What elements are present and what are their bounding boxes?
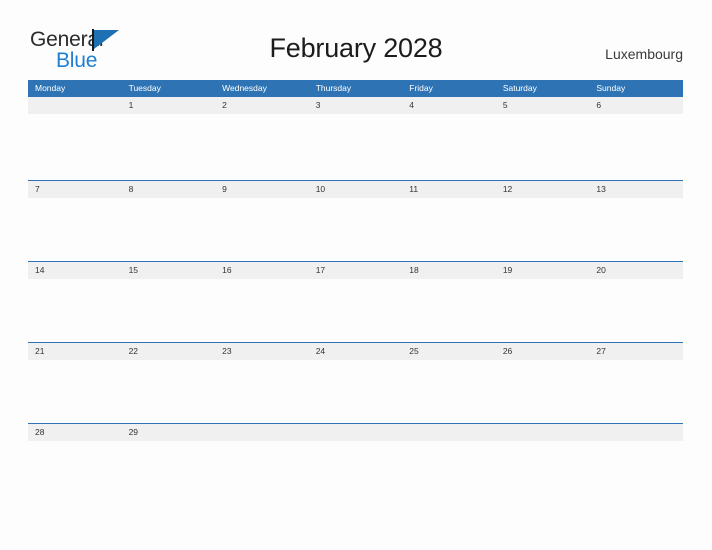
day-cell[interactable]: 20 [589, 262, 683, 279]
day-cell[interactable]: 9 [215, 181, 309, 198]
day-cell[interactable]: 14 [28, 262, 122, 279]
day-cell[interactable]: 25 [402, 343, 496, 360]
day-cell[interactable]: 16 [215, 262, 309, 279]
day-cell[interactable]: 15 [122, 262, 216, 279]
week-body[interactable] [28, 114, 683, 179]
day-cell[interactable]: 8 [122, 181, 216, 198]
week-date-band: 21 22 23 24 25 26 27 [28, 343, 683, 360]
week-date-band: 28 29 [28, 424, 683, 441]
day-cell[interactable]: 2 [215, 97, 309, 114]
day-cell[interactable] [28, 97, 122, 114]
calendar-week-row: 14 15 16 17 18 19 20 [28, 261, 683, 342]
week-date-band: 7 8 9 10 11 12 13 [28, 181, 683, 198]
day-cell[interactable]: 19 [496, 262, 590, 279]
week-date-band: 1 2 3 4 5 6 [28, 97, 683, 114]
weekday-header-wednesday: Wednesday [222, 83, 267, 93]
day-cell[interactable]: 28 [28, 424, 122, 441]
calendar-week-row: 21 22 23 24 25 26 27 [28, 342, 683, 423]
day-cell[interactable]: 4 [402, 97, 496, 114]
week-date-band: 14 15 16 17 18 19 20 [28, 262, 683, 279]
day-cell[interactable]: 26 [496, 343, 590, 360]
day-cell[interactable]: 11 [402, 181, 496, 198]
day-cell[interactable]: 13 [589, 181, 683, 198]
day-cell[interactable]: 23 [215, 343, 309, 360]
week-body[interactable] [28, 360, 683, 423]
calendar-week-row: 7 8 9 10 11 12 13 [28, 180, 683, 261]
day-cell[interactable] [309, 424, 403, 441]
weekday-header-monday: Monday [35, 83, 66, 93]
day-cell[interactable]: 1 [122, 97, 216, 114]
weekday-header-tuesday: Tuesday [128, 83, 161, 93]
page-header: General Blue February 2028 Luxembourg [0, 0, 712, 78]
calendar-week-row: 1 2 3 4 5 6 [28, 97, 683, 180]
week-body[interactable] [28, 441, 683, 504]
day-cell[interactable]: 7 [28, 181, 122, 198]
day-cell[interactable] [402, 424, 496, 441]
calendar-weekday-header: Monday Tuesday Wednesday Thursday Friday… [28, 80, 683, 97]
day-cell[interactable]: 10 [309, 181, 403, 198]
week-body[interactable] [28, 198, 683, 261]
day-cell[interactable] [496, 424, 590, 441]
calendar-table: Monday Tuesday Wednesday Thursday Friday… [28, 80, 683, 504]
location-label: Luxembourg [605, 46, 683, 62]
day-cell[interactable]: 5 [496, 97, 590, 114]
day-cell[interactable]: 24 [309, 343, 403, 360]
day-cell[interactable]: 27 [589, 343, 683, 360]
day-cell[interactable]: 6 [589, 97, 683, 114]
day-cell[interactable] [589, 424, 683, 441]
day-cell[interactable]: 29 [122, 424, 216, 441]
day-cell[interactable] [215, 424, 309, 441]
day-cell[interactable]: 22 [122, 343, 216, 360]
week-body[interactable] [28, 279, 683, 342]
weekday-header-thursday: Thursday [315, 83, 352, 93]
day-cell[interactable]: 3 [309, 97, 403, 114]
weekday-header-saturday: Saturday [502, 83, 537, 93]
day-cell[interactable]: 17 [309, 262, 403, 279]
day-cell[interactable]: 12 [496, 181, 590, 198]
day-cell[interactable]: 18 [402, 262, 496, 279]
day-cell[interactable]: 21 [28, 343, 122, 360]
calendar-week-row: 28 29 [28, 423, 683, 504]
weekday-header-sunday: Sunday [596, 83, 626, 93]
weekday-header-friday: Friday [409, 83, 433, 93]
